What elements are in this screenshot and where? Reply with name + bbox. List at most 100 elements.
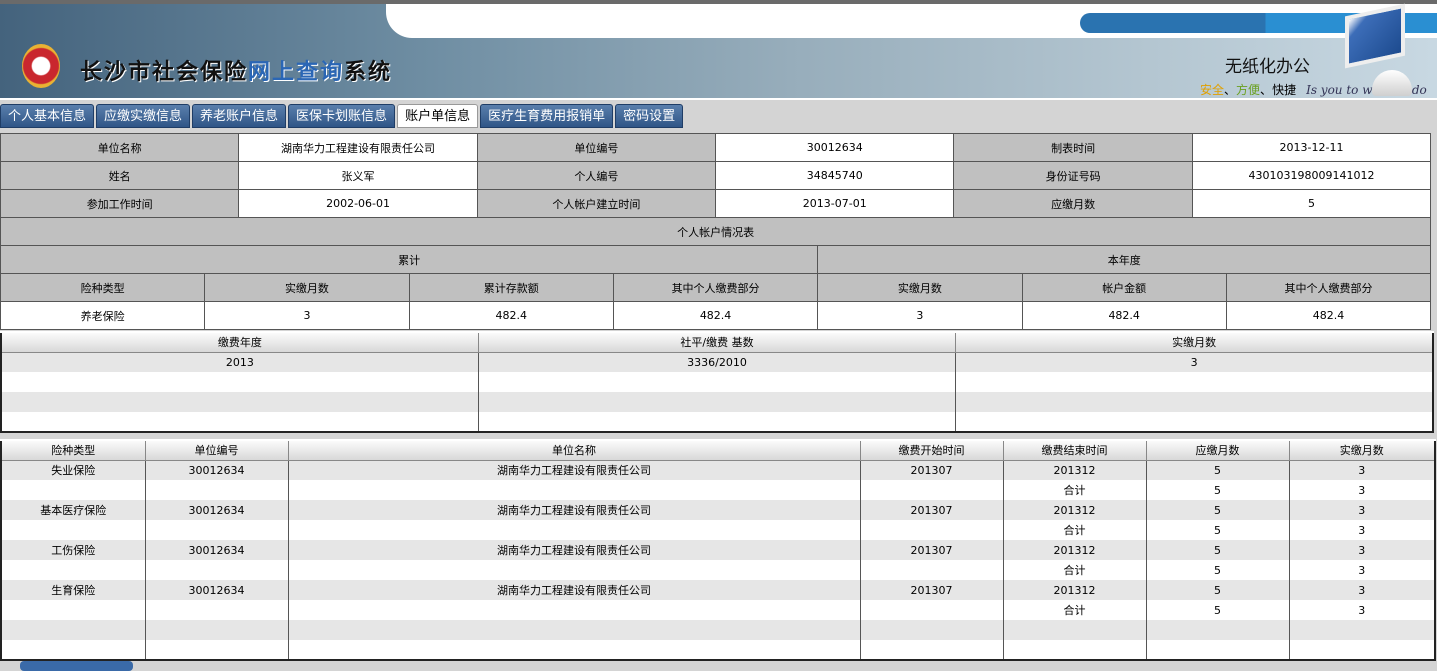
table-row[interactable]: [0, 392, 1434, 412]
table-cell: [0, 600, 146, 620]
column-header: 险种类型: [0, 273, 206, 302]
column-header[interactable]: 险种类型: [0, 439, 146, 461]
group-year: 本年度: [817, 245, 1432, 274]
table-cell: [144, 620, 289, 640]
data-cell: 3: [204, 301, 410, 330]
info-value: 2013-07-01: [715, 189, 955, 218]
column-header: 实缴月数: [204, 273, 410, 302]
table-row[interactable]: 合计 5 3: [0, 560, 1436, 580]
column-header[interactable]: 缴费年度: [0, 331, 479, 353]
tab-4[interactable]: 账户单信息: [397, 104, 479, 128]
column-header[interactable]: 实缴月数: [955, 331, 1434, 353]
table-cell: [0, 372, 479, 392]
tag-sep: 、: [1224, 83, 1237, 97]
table-cell: 5: [1145, 520, 1290, 540]
table-cell: 201312: [1002, 460, 1147, 480]
insurance-detail-grid: 险种类型 单位编号 单位名称 缴费开始时间 缴费结束时间 应缴月数 实缴月数 失业保险 3001…: [0, 439, 1436, 661]
column-header: 帐户金额: [1021, 273, 1227, 302]
table-cell: [144, 520, 289, 540]
table-cell: 30012634: [144, 500, 289, 520]
table-row[interactable]: [0, 372, 1434, 392]
computer-base-icon: [1372, 70, 1412, 96]
table-cell: 3: [955, 352, 1434, 372]
table-cell: [1002, 620, 1147, 640]
info-row: 单位名称 湖南华力工程建设有限责任公司 单位编号 30012634 制表时间 2013-1…: [0, 133, 1432, 162]
tab-0[interactable]: 个人基本信息: [0, 104, 95, 128]
table-cell: [144, 480, 289, 500]
table-cell: 合计: [1002, 600, 1147, 620]
account-info-table: 单位名称 湖南华力工程建设有限责任公司 单位编号 30012634 制表时间 2013-1…: [0, 133, 1432, 330]
table-cell: [955, 392, 1434, 412]
table-cell: [0, 620, 146, 640]
tab-1[interactable]: 应缴实缴信息: [96, 104, 191, 128]
table-cell: 201312: [1002, 540, 1147, 560]
table-cell: 201312: [1002, 500, 1147, 520]
table-cell: 5: [1145, 580, 1290, 600]
bottom-button[interactable]: [20, 661, 133, 671]
tag-convenient: 方便: [1236, 83, 1261, 97]
table-cell: 3: [1288, 480, 1436, 500]
table-row[interactable]: [0, 640, 1436, 660]
column-header: 其中个人缴费部分: [612, 273, 819, 302]
info-value: 张义军: [238, 161, 478, 190]
table-cell: [287, 640, 861, 660]
table-cell: 失业保险: [0, 460, 146, 480]
table-cell: 201307: [859, 500, 1004, 520]
title-part: 长沙市社会保险: [80, 59, 249, 85]
column-header[interactable]: 缴费开始时间: [859, 439, 1004, 461]
table-row[interactable]: 工伤保险 30012634 湖南华力工程建设有限责任公司 201307 201312 5 3: [0, 540, 1436, 560]
table-row[interactable]: 合计 5 3: [0, 520, 1436, 540]
table-row[interactable]: 合计 5 3: [0, 480, 1436, 500]
column-header: 实缴月数: [817, 273, 1023, 302]
info-value: 5: [1191, 189, 1432, 218]
table-cell: 合计: [1002, 560, 1147, 580]
table-row[interactable]: [0, 620, 1436, 640]
tag-sep: 、: [1260, 83, 1273, 97]
column-header[interactable]: 单位名称: [287, 439, 861, 461]
column-header: 累计存款额: [408, 273, 614, 302]
title-part-highlight: 网上查询: [248, 59, 345, 85]
table-cell: [0, 392, 479, 412]
table-row[interactable]: [0, 412, 1434, 432]
info-label: 参加工作时间: [0, 189, 240, 218]
data-cell: 482.4: [1021, 301, 1227, 330]
table-cell: 5: [1145, 500, 1290, 520]
column-header[interactable]: 单位编号: [144, 439, 289, 461]
table-cell: [0, 480, 146, 500]
tab-3[interactable]: 医保卡划账信息: [288, 104, 396, 128]
tab-5[interactable]: 医疗生育费用报销单: [480, 104, 614, 128]
table-row[interactable]: 2013 3336/2010 3: [0, 352, 1434, 372]
column-header-row: 险种类型 实缴月数 累计存款额 其中个人缴费部分 实缴月数 帐户金额 其中个人缴费部分: [0, 273, 1432, 302]
table-cell: 201307: [859, 580, 1004, 600]
contribution-year-grid: 缴费年度 社平/缴费 基数 实缴月数 2013 3336/2010 3: [0, 331, 1434, 433]
table-cell: 5: [1145, 560, 1290, 580]
table-cell: 30012634: [144, 460, 289, 480]
table-cell: [1288, 640, 1436, 660]
data-cell: 养老保险: [0, 301, 206, 330]
info-label: 个人编号: [476, 161, 717, 190]
table-cell: 3: [1288, 560, 1436, 580]
table-row[interactable]: 失业保险 30012634 湖南华力工程建设有限责任公司 201307 201312 5 3: [0, 460, 1436, 480]
group-cumulative: 累计: [0, 245, 819, 274]
column-header[interactable]: 应缴月数: [1145, 439, 1290, 461]
tab-6[interactable]: 密码设置: [615, 104, 684, 128]
table-cell: [859, 520, 1004, 540]
column-header[interactable]: 实缴月数: [1288, 439, 1436, 461]
table-cell: 5: [1145, 540, 1290, 560]
column-header[interactable]: 社平/缴费 基数: [477, 331, 957, 353]
tag-fast: 快捷: [1272, 83, 1297, 97]
table-cell: 201307: [859, 540, 1004, 560]
table-cell: [144, 640, 289, 660]
table-cell: 湖南华力工程建设有限责任公司: [287, 500, 861, 520]
table-cell: [477, 412, 957, 432]
column-header[interactable]: 缴费结束时间: [1002, 439, 1147, 461]
table-row[interactable]: 基本医疗保险 30012634 湖南华力工程建设有限责任公司 201307 201312…: [0, 500, 1436, 520]
tab-2[interactable]: 养老账户信息: [192, 104, 287, 128]
table-cell: 湖南华力工程建设有限责任公司: [287, 460, 861, 480]
table-cell: 合计: [1002, 520, 1147, 540]
table-row[interactable]: 生育保险 30012634 湖南华力工程建设有限责任公司 201307 201312 5 3: [0, 580, 1436, 600]
table-row[interactable]: 合计 5 3: [0, 600, 1436, 620]
table-cell: [0, 560, 146, 580]
table-cell: [1145, 640, 1290, 660]
table-cell: 5: [1145, 480, 1290, 500]
